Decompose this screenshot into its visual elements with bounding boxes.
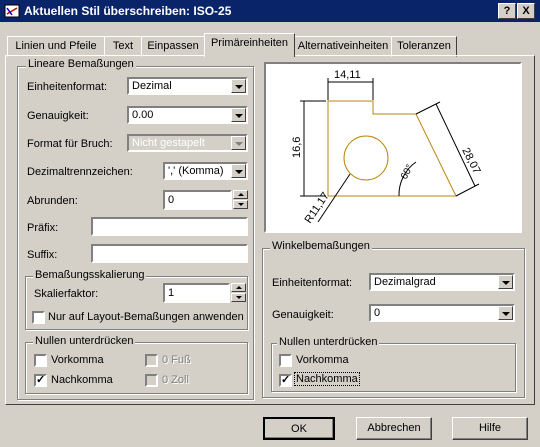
help-button[interactable]: Hilfe xyxy=(452,417,528,440)
precision-select[interactable]: 0.00 xyxy=(127,106,248,124)
decimal-separator-label: Dezimaltrennzeichen: xyxy=(27,166,133,178)
preview-dim-left: 16,6 xyxy=(291,137,303,158)
fraction-format-label: Format für Bruch: xyxy=(27,138,113,150)
angular-leading-checkbox[interactable] xyxy=(279,354,292,367)
angular-zero-group-title: Nullen unterdrücken xyxy=(277,336,380,348)
prefix-input[interactable] xyxy=(91,217,248,236)
linear-zero-group xyxy=(25,342,248,394)
help-title-button[interactable]: ? xyxy=(498,3,516,19)
tab-linien-und-pfeile[interactable]: Linien und Pfeile xyxy=(7,36,105,57)
round-off-input[interactable]: 0 xyxy=(163,190,232,210)
round-off-up-button[interactable] xyxy=(233,190,248,199)
prefix-label: Präfix: xyxy=(27,222,59,234)
unit-format-label: Einheitenformat: xyxy=(27,81,108,93)
decimal-separator-value: ',' (Komma) xyxy=(168,165,224,177)
unit-format-value: Dezimal xyxy=(132,80,172,92)
preview-panel: 14,11 16,6 28,07 60° R11,17 xyxy=(264,62,522,233)
feet-checkbox xyxy=(145,354,158,367)
chevron-down-icon[interactable] xyxy=(498,306,513,320)
angular-unit-format-select[interactable]: Dezimalgrad xyxy=(369,273,515,291)
cancel-button[interactable]: Abbrechen xyxy=(356,417,432,440)
layout-only-label: Nur auf Layout-Bemaßungen anwenden xyxy=(48,311,244,323)
scale-factor-label: Skalierfaktor: xyxy=(34,288,99,300)
layout-only-checkbox[interactable] xyxy=(32,311,45,324)
angular-precision-label: Genauigkeit: xyxy=(272,309,334,321)
angular-precision-select[interactable]: 0 xyxy=(369,304,515,322)
chevron-down-icon xyxy=(231,136,246,150)
linear-zero-group-title: Nullen unterdrücken xyxy=(33,335,136,347)
tab-einpassen[interactable]: Einpassen xyxy=(141,36,205,57)
tab-toleranzen[interactable]: Toleranzen xyxy=(391,36,457,57)
round-off-label: Abrunden: xyxy=(27,195,78,207)
feet-label: 0 Fuß xyxy=(162,354,191,366)
angular-unit-format-label: Einheitenformat: xyxy=(272,277,353,289)
tab-primaereinheiten[interactable]: Primäreinheiten xyxy=(204,33,295,57)
angular-group-title: Winkelbemaßungen xyxy=(270,240,372,252)
preview-drawing: 14,11 16,6 28,07 60° R11,17 xyxy=(291,69,483,226)
app-icon xyxy=(4,4,20,18)
scale-factor-input[interactable]: 1 xyxy=(163,283,230,303)
fraction-format-value: Nicht gestapelt xyxy=(132,137,205,149)
scale-group-title: Bemaßungsskalierung xyxy=(33,269,147,281)
preview-dim-top: 14,11 xyxy=(334,69,361,81)
tab-text[interactable]: Text xyxy=(104,36,142,57)
chevron-down-icon[interactable] xyxy=(231,79,246,93)
linear-group-title: Lineare Bemaßungen xyxy=(26,58,136,70)
linear-leading-label: Vorkomma xyxy=(51,354,104,366)
scale-factor-up-button[interactable] xyxy=(231,283,246,292)
angular-trailing-label: Nachkomma xyxy=(294,372,360,386)
title-bar: Aktuellen Stil überschreiben: ISO-25 ? X xyxy=(0,0,540,22)
linear-trailing-checkbox[interactable]: ✓ xyxy=(34,374,47,387)
fraction-format-select: Nicht gestapelt xyxy=(127,134,248,152)
preview-hole xyxy=(343,135,389,181)
tab-alternativeinheiten[interactable]: Alternativeinheiten xyxy=(294,36,392,57)
angular-trailing-checkbox[interactable]: ✓ xyxy=(279,374,292,387)
chevron-down-icon[interactable] xyxy=(231,108,246,122)
suffix-input[interactable] xyxy=(91,244,248,263)
close-button[interactable]: X xyxy=(517,3,535,19)
linear-trailing-label: Nachkomma xyxy=(51,374,113,386)
round-off-down-button[interactable] xyxy=(233,200,248,209)
scale-factor-value: 1 xyxy=(168,287,175,299)
angular-precision-value: 0 xyxy=(374,307,381,319)
scale-factor-down-button[interactable] xyxy=(231,293,246,302)
preview-part-outline xyxy=(327,100,457,197)
unit-format-select[interactable]: Dezimal xyxy=(127,77,248,95)
angular-unit-format-value: Dezimalgrad xyxy=(374,276,436,288)
round-off-value: 0 xyxy=(168,194,175,206)
window-title: Aktuellen Stil überschreiben: ISO-25 xyxy=(24,4,232,18)
suffix-label: Suffix: xyxy=(27,249,58,261)
preview-dim-angle: 60° xyxy=(399,163,416,182)
chevron-down-icon[interactable] xyxy=(231,164,246,178)
precision-value: 0.00 xyxy=(132,109,154,121)
precision-label: Genauigkeit: xyxy=(27,110,89,122)
decimal-separator-select[interactable]: ',' (Komma) xyxy=(163,162,248,180)
angular-leading-label: Vorkomma xyxy=(296,354,349,366)
chevron-down-icon[interactable] xyxy=(498,275,513,289)
inches-checkbox xyxy=(145,374,158,387)
inches-label: 0 Zoll xyxy=(162,374,189,386)
linear-leading-checkbox[interactable] xyxy=(34,354,47,367)
ok-button[interactable]: OK xyxy=(263,417,335,440)
